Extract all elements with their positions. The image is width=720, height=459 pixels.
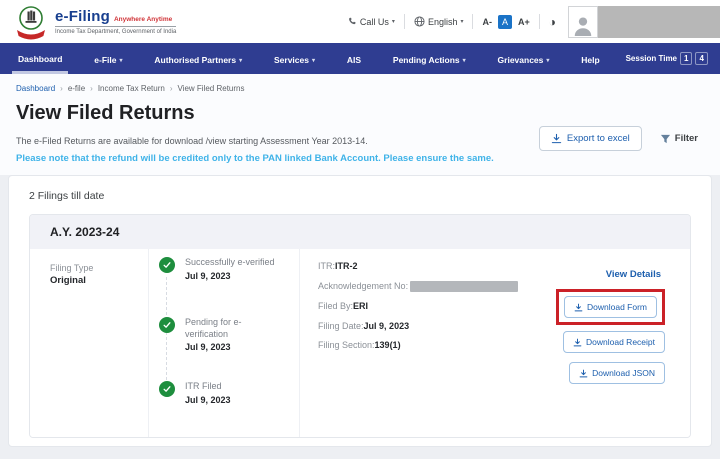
- filing-card-body: Filing Type Original Succes: [30, 249, 690, 438]
- session-timer-label: Session Time: [626, 54, 677, 63]
- red-annotation-highlight: Download Form: [556, 289, 665, 325]
- filing-actions: View Details Download Form: [505, 263, 665, 384]
- top-header: e-Filing Anywhere Anytime Income Tax Dep…: [0, 0, 720, 43]
- avatar: [568, 6, 598, 38]
- nav-item-e-file[interactable]: e-File ▾: [88, 43, 128, 74]
- redacted-username: [598, 6, 720, 38]
- download-json-button[interactable]: Download JSON: [569, 362, 665, 384]
- session-digit: 4: [695, 52, 707, 65]
- download-icon: [573, 338, 582, 347]
- breadcrumb-separator-icon: ›: [60, 84, 63, 93]
- chevron-down-icon: ▾: [463, 57, 466, 64]
- filings-panel: 2 Filings till date A.Y. 2023-24 Filing …: [8, 175, 712, 447]
- export-to-excel-button[interactable]: Export to excel: [539, 126, 642, 151]
- refund-note: Please note that the refund will be cred…: [16, 153, 494, 164]
- font-normal-button[interactable]: A: [498, 15, 512, 29]
- page-content: Dashboard › e-file › Income Tax Return ›…: [0, 74, 720, 459]
- timeline-step-title: Pending for e-verification: [185, 317, 281, 340]
- filing-card-header: A.Y. 2023-24: [30, 215, 690, 249]
- breadcrumb-e-file[interactable]: e-file: [68, 84, 85, 93]
- breadcrumb-current-page: View Filed Returns: [178, 84, 245, 93]
- user-account-menu[interactable]: [568, 5, 720, 39]
- filter-funnel-icon: [660, 134, 671, 144]
- breadcrumb-separator-icon: ›: [90, 84, 93, 93]
- national-emblem-icon: [14, 4, 48, 40]
- font-decrease-button[interactable]: A-: [482, 17, 492, 27]
- filing-type-column: Filing Type Original: [50, 263, 145, 286]
- chevron-down-icon: ▾: [239, 57, 242, 64]
- nav-item-authorised-partners[interactable]: Authorised Partners ▾: [148, 43, 248, 74]
- breadcrumb-separator-icon: ›: [170, 84, 173, 93]
- download-receipt-button[interactable]: Download Receipt: [563, 331, 665, 353]
- timeline-step-verified: Successfully e-verified Jul 9, 2023: [159, 257, 281, 281]
- filings-section: 2 Filings till date A.Y. 2023-24 Filing …: [0, 175, 720, 459]
- header-utilities: Call Us ▾ English ▾ A- A A+ ◑: [348, 5, 720, 39]
- check-circle-icon: [159, 381, 175, 397]
- timeline-step-date: Jul 9, 2023: [185, 395, 281, 405]
- filing-type-label: Filing Type: [50, 263, 145, 273]
- download-form-button[interactable]: Download Form: [564, 296, 657, 318]
- chevron-down-icon: ▾: [392, 18, 395, 25]
- filing-card-ay-2023-24: A.Y. 2023-24 Filing Type Original: [29, 214, 691, 438]
- filing-type-value: Original: [50, 275, 145, 286]
- timeline-step-date: Jul 9, 2023: [185, 271, 281, 281]
- status-timeline: Successfully e-verified Jul 9, 2023 Pend…: [148, 249, 300, 438]
- call-us-menu[interactable]: Call Us ▾: [348, 17, 395, 27]
- efiling-view-filed-returns-page: e-Filing Anywhere Anytime Income Tax Dep…: [0, 0, 720, 459]
- nav-item-pending-actions[interactable]: Pending Actions ▾: [387, 43, 472, 74]
- download-icon: [551, 133, 562, 144]
- breadcrumb-income-tax-return[interactable]: Income Tax Return: [98, 84, 165, 93]
- filter-control[interactable]: Filter: [660, 133, 698, 144]
- nav-item-help[interactable]: Help: [575, 43, 605, 74]
- header-divider: [404, 14, 405, 29]
- globe-icon: [414, 16, 425, 27]
- filings-count: 2 Filings till date: [29, 190, 691, 202]
- chevron-down-icon: ▾: [546, 57, 549, 64]
- session-digit: 1: [680, 52, 692, 65]
- language-menu[interactable]: English ▾: [414, 16, 464, 27]
- timeline-step-date: Jul 9, 2023: [185, 342, 281, 352]
- timeline-step-title: ITR Filed: [185, 381, 281, 393]
- download-icon: [574, 303, 583, 312]
- nav-item-ais[interactable]: AIS: [341, 43, 367, 74]
- redacted-acknowledgement-number: [410, 281, 518, 292]
- phone-icon: [348, 17, 357, 26]
- nav-item-dashboard[interactable]: Dashboard: [12, 43, 68, 74]
- brand-dept-line: Income Tax Department, Government of Ind…: [55, 29, 176, 35]
- call-us-label: Call Us: [360, 17, 389, 27]
- font-increase-button[interactable]: A+: [518, 17, 530, 27]
- page-title: View Filed Returns: [16, 102, 195, 125]
- download-icon: [579, 369, 588, 378]
- brand-tagline: Anywhere Anytime: [114, 16, 172, 23]
- header-divider: [539, 14, 540, 29]
- main-navbar: Dashboard e-File ▾ Authorised Partners ▾…: [0, 43, 720, 74]
- session-timer: Session Time 1 4: [626, 43, 708, 74]
- check-circle-icon: [159, 317, 175, 333]
- font-size-controls: A- A A+: [482, 15, 529, 29]
- contrast-toggle-icon[interactable]: ◑: [549, 15, 556, 29]
- timeline-step-pending-everification: Pending for e-verification Jul 9, 2023: [159, 317, 281, 352]
- chevron-down-icon: ▾: [119, 57, 122, 64]
- assessment-year-label: A.Y. 2023-24: [50, 225, 119, 239]
- toolbar: Export to excel Filter: [539, 126, 698, 151]
- check-circle-icon: [159, 257, 175, 273]
- timeline-step-itr-filed: ITR Filed Jul 9, 2023: [159, 381, 281, 405]
- nav-item-services[interactable]: Services ▾: [268, 43, 321, 74]
- language-label: English: [428, 17, 458, 27]
- brand-logo[interactable]: e-Filing Anywhere Anytime Income Tax Dep…: [14, 4, 176, 40]
- nav-item-grievances[interactable]: Grievances ▾: [492, 43, 556, 74]
- brand-text: e-Filing Anywhere Anytime Income Tax Dep…: [55, 8, 176, 35]
- timeline-step-title: Successfully e-verified: [185, 257, 281, 269]
- view-details-link[interactable]: View Details: [606, 269, 661, 280]
- breadcrumb-dashboard[interactable]: Dashboard: [16, 84, 55, 93]
- brand-name: e-Filing: [55, 8, 110, 25]
- chevron-down-icon: ▾: [460, 18, 463, 25]
- page-subtitle: The e-Filed Returns are available for do…: [16, 136, 368, 146]
- breadcrumb: Dashboard › e-file › Income Tax Return ›…: [16, 84, 245, 93]
- chevron-down-icon: ▾: [312, 57, 315, 64]
- header-divider: [472, 14, 473, 29]
